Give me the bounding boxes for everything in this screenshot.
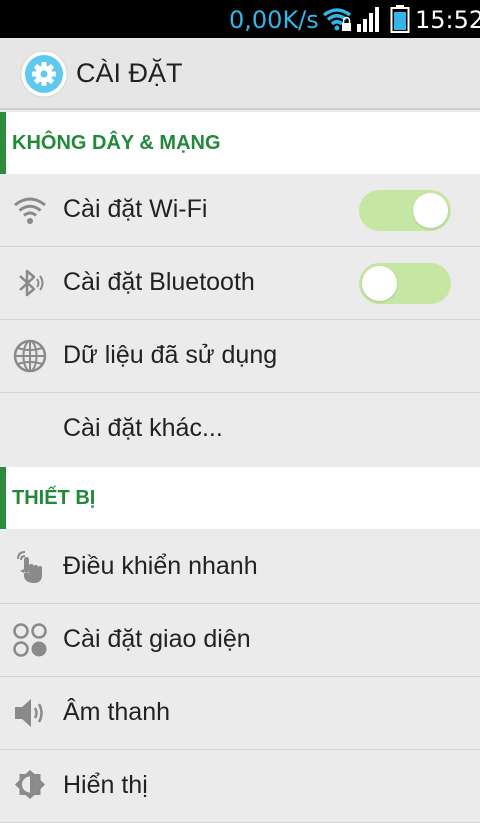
settings-item-label: Cài đặt Bluetooth [63,268,255,296]
network-speed: 0,00K/s [229,6,319,34]
settings-item-label: Điều khiển nhanh [63,552,258,580]
settings-item-quick-control[interactable]: Điều khiển nhanh [0,531,480,604]
section-title: KHÔNG DÂY & MẠNG [12,132,221,154]
section-accent-bar [0,112,6,174]
settings-item-sound[interactable]: Âm thanh [0,677,480,750]
clock: 15:52 [415,6,480,34]
section-accent-bar [0,467,6,529]
wifi-lock-icon [322,6,352,37]
settings-item-label: Cài đặt Wi-Fi [63,195,208,223]
settings-item-bluetooth[interactable]: Cài đặt Bluetooth [0,247,480,320]
settings-item-more[interactable]: Cài đặt khác... [0,393,480,467]
toggle-knob [362,266,397,301]
theme-circles-icon [12,622,48,658]
battery-icon [390,5,410,38]
bluetooth-toggle[interactable] [359,263,451,304]
action-bar: CÀI ĐẶT [0,38,480,110]
globe-icon [12,338,48,374]
status-bar: 0,00K/s 15:52 [0,0,480,38]
settings-item-data-usage[interactable]: Dữ liệu đã sử dụng [0,320,480,393]
settings-gear-icon[interactable] [20,50,68,98]
page-title: CÀI ĐẶT [76,58,183,88]
settings-item-label: Cài đặt giao diện [63,625,251,653]
bluetooth-icon [12,265,48,301]
settings-item-display[interactable]: Hiển thị [0,750,480,823]
wifi-toggle[interactable] [359,190,451,231]
toggle-knob [413,193,448,228]
settings-item-label: Dữ liệu đã sử dụng [63,341,278,369]
settings-item-label: Âm thanh [63,698,171,726]
settings-item-theme[interactable]: Cài đặt giao diện [0,604,480,677]
section-title: THIẾT BỊ [12,487,96,509]
settings-item-wifi[interactable]: Cài đặt Wi-Fi [0,174,480,247]
speaker-icon [12,695,48,731]
settings-item-label: Cài đặt khác... [63,414,223,442]
section-header-device: THIẾT BỊ [0,467,480,529]
signal-icon [356,7,382,37]
section-header-wireless: KHÔNG DÂY & MẠNG [0,112,480,174]
settings-item-label: Hiển thị [63,771,148,799]
touch-hand-icon [12,549,48,585]
brightness-icon [12,768,48,804]
wifi-icon [12,192,48,228]
